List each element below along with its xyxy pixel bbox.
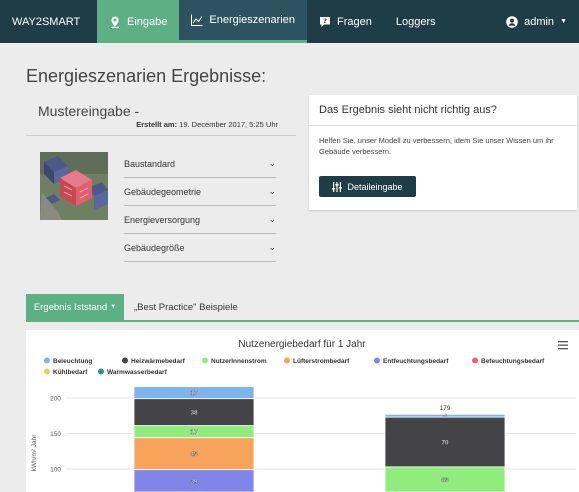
legend-marker [472,357,478,364]
bars: 173817453947065179 [133,386,506,492]
nav-loggers-label: Loggers [395,15,436,28]
brand-logo[interactable]: WAY2SMART [0,0,97,43]
legend-label: Heizwärmebedarf [131,358,186,365]
accordion-energieversorgung[interactable]: Energieversorgung ⌄ [124,206,276,234]
data-label: 17 [190,429,198,436]
tab-label: Ergebnis Iststand [33,301,108,313]
y-tick-label: 100 [50,467,61,474]
user-name: admin [524,15,555,28]
legend-item[interactable]: Heizwärmebedarf [122,357,186,366]
svg-text:?: ? [323,17,327,25]
nav-eingabe-label: Eingabe [127,15,168,28]
chevron-down-icon: ⌄ [268,158,276,168]
building-3d-image [40,152,108,220]
legend-label: Beleuchtung [53,358,92,365]
data-label: 17 [190,390,198,397]
nav-fragen-label: Fragen [337,15,372,28]
data-label: 39 [190,478,198,485]
accordion-label: Baustandard [124,158,176,169]
divider [309,125,577,126]
feedback-card: Das Ergebnis sieht nicht richtig aus? He… [309,95,577,210]
top-navbar: WAY2SMART Eingabe Energieszenarien ? Fra… [0,0,579,43]
legend-label: Kühlbedarf [53,369,88,376]
hamburger-menu-icon[interactable] [558,341,568,350]
legend-item[interactable]: Befeuchtungsbedarf [472,357,545,366]
data-label: 70 [441,440,449,447]
detaileingabe-label: Detaileingabe [347,181,403,192]
legend-marker [44,357,50,364]
created-label: Erstellt am: [136,120,178,129]
data-label: 65 [441,477,449,484]
legend-item[interactable]: Beleuchtung [44,357,92,366]
page-title: Energieszenarien Ergebnisse: [26,66,267,86]
created-date: Erstellt am: 19. December 2017, 5:25 Uhr [136,120,278,129]
accordion-gebaeudegeometrie[interactable]: Gebäudegeometrie ⌄ [124,178,276,206]
data-label: 38 [190,410,198,417]
nav-eingabe[interactable]: Eingabe [97,0,180,43]
total-label: 179 [440,405,451,412]
legend-marker [284,357,290,364]
legend-marker [98,368,104,375]
chart-container: Nutzenergiebedarf für 1 Jahr Beleuchtung… [26,330,579,492]
y-axis-ticks: 100 150 200 [50,396,61,474]
chart-title: Nutzenergiebedarf für 1 Jahr [238,339,366,350]
divider [26,135,296,136]
legend-marker [374,357,380,364]
y-tick-label: 150 [50,431,61,438]
accordion-baustandard[interactable]: Baustandard ⌄ [124,150,276,178]
sliders-icon [332,181,343,192]
chevron-down-icon: ⌄ [268,242,276,252]
caret-down-icon: ▼ [560,18,567,25]
feedback-title: Das Ergebnis sieht nicht richtig aus? [319,104,497,116]
legend-item[interactable]: Kühlbedarf [44,368,88,377]
legend-item[interactable]: Lüfterstrombedarf [284,357,350,366]
chart-legend: Beleuchtung Heizwärmebedarf NutzerInnenstr… [44,357,545,377]
tab-ergebnis-iststand[interactable]: Ergebnis Iststand ▼ [26,294,124,320]
legend-label: Entfeuchtungsbedarf [383,358,449,365]
line-chart-icon [191,14,203,26]
accordion-label: Gebäudegeometrie [124,186,202,197]
nav-energieszenarien-label: Energieszenarien [209,14,295,26]
tab-underline [26,320,579,322]
user-circle-icon [506,15,518,28]
chevron-down-icon: ⌄ [268,186,276,196]
nav-loggers[interactable]: Loggers [384,0,448,43]
accordion-label: Gebäudegröße [124,242,185,253]
accordion-label: Energieversorgung [124,214,201,225]
created-value: 19. December 2017, 5:25 Uhr [177,120,278,129]
data-label: 45 [190,451,198,458]
legend-marker [202,357,208,364]
caret-down-icon: ▼ [110,304,117,310]
nav-fragen[interactable]: ? Fragen [307,0,384,43]
accordion-gebaeudegroesse[interactable]: Gebäudegröße ⌄ [124,234,276,262]
user-menu[interactable]: admin ▼ [506,0,579,43]
detaileingabe-button[interactable]: Detaileingabe [319,176,416,197]
legend-label: Warmwasserbedarf [107,369,168,376]
legend-label: NutzerInnenstrom [211,358,267,365]
feedback-text: Helfen Sie, unser Modell zu verbessern, … [319,136,554,156]
input-title: Mustereingabe - [38,103,140,119]
legend-item[interactable]: Warmwasserbedarf [98,368,168,377]
location-pin-icon [111,16,119,28]
legend-marker [122,357,128,364]
legend-label: Befeuchtungsbedarf [481,358,545,365]
input-summary: Mustereingabe - Erstellt am: 19. Decembe… [26,98,296,270]
nav-energieszenarien[interactable]: Energieszenarien [179,0,307,43]
legend-item[interactable]: NutzerInnenstrom [202,357,267,366]
chevron-down-icon: ⌄ [268,214,276,224]
question-icon: ? [320,16,330,27]
y-axis-label: kWh/m² Jahr [31,434,38,472]
legend-label: Lüfterstrombedarf [293,358,350,365]
legend-item[interactable]: Entfeuchtungsbedarf [374,357,449,366]
tab-best-practice[interactable]: „Best Practice" Beispiele [134,294,238,320]
stacked-bar-chart: Nutzenergiebedarf für 1 Jahr Beleuchtung… [31,339,576,492]
y-tick-label: 200 [50,396,61,403]
legend-marker [44,368,50,375]
